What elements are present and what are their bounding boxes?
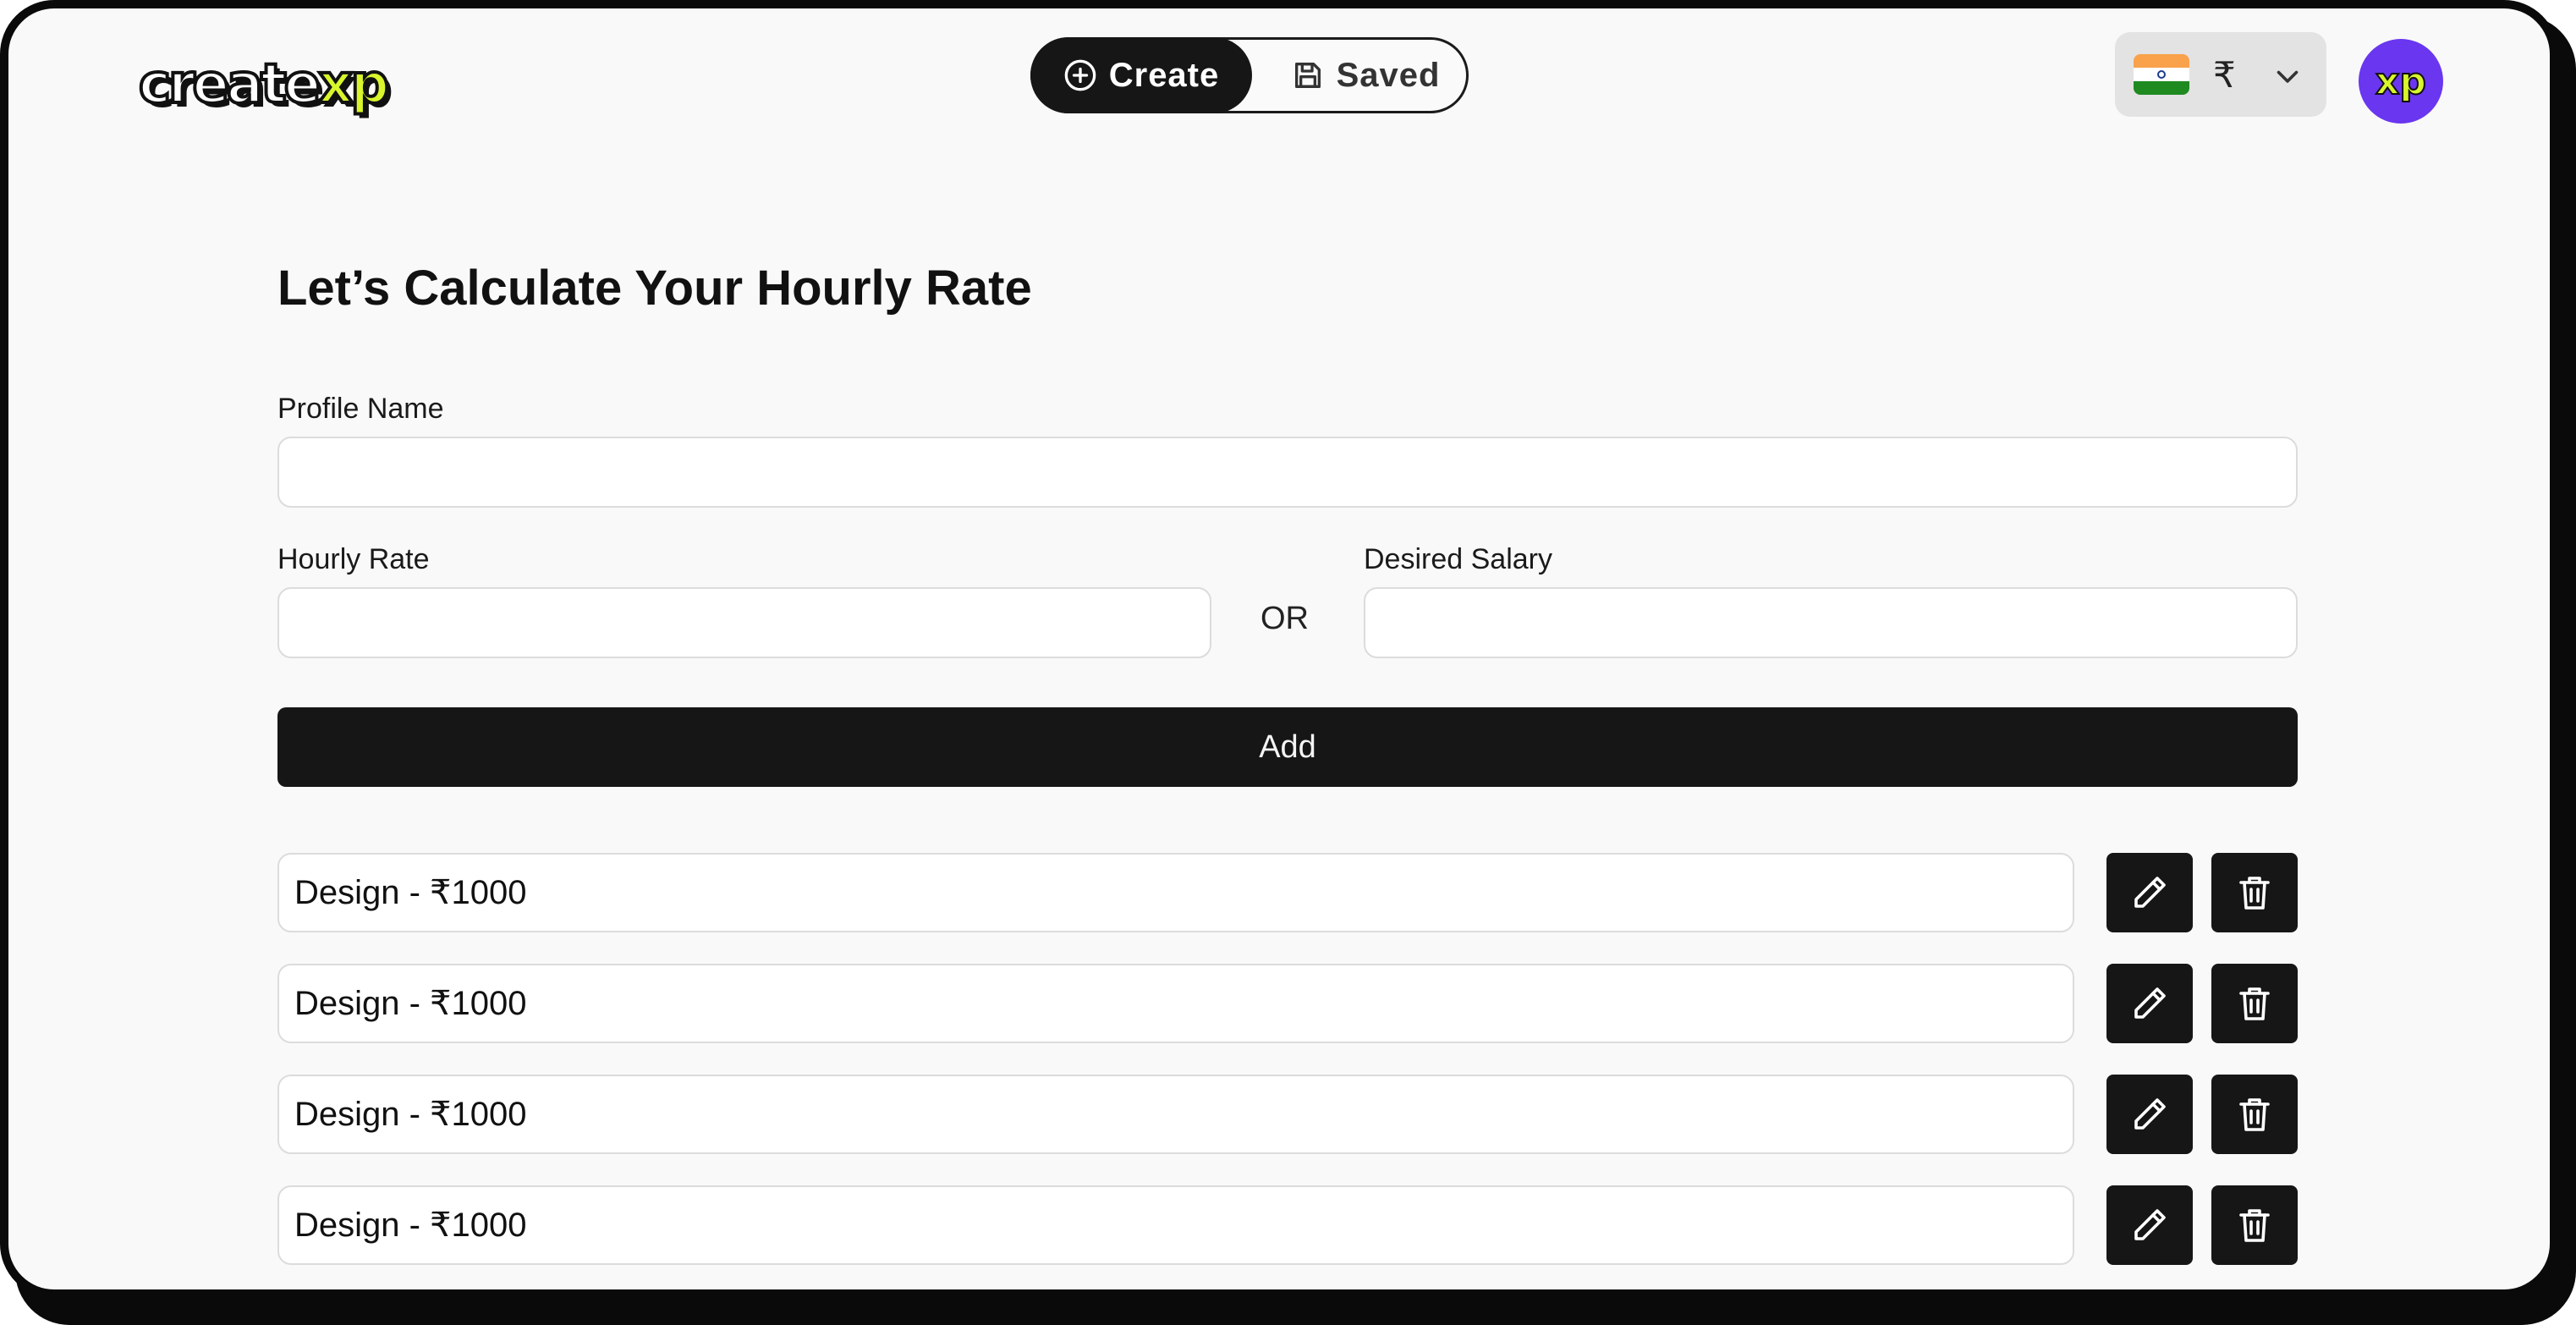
create-tab[interactable]: Create (1030, 37, 1252, 113)
rate-entry: Design - ₹1000 (277, 1185, 2074, 1265)
or-separator: OR (1261, 601, 1309, 636)
list-item: Design - ₹1000 (277, 1075, 2298, 1154)
saved-tab-label: Saved (1336, 56, 1441, 94)
edit-button[interactable] (2106, 1185, 2193, 1265)
saved-tab[interactable]: Saved (1260, 37, 1471, 113)
hourly-rate-label: Hourly Rate (277, 543, 430, 575)
rate-entry: Design - ₹1000 (277, 853, 2074, 932)
edit-button[interactable] (2106, 964, 2193, 1043)
floppy-disk-icon (1294, 63, 1321, 89)
trash-icon (2239, 987, 2270, 1020)
trash-icon (2239, 877, 2270, 910)
pencil-icon (2134, 1098, 2166, 1130)
chevron-down-icon (2277, 70, 2299, 83)
trash-icon (2239, 1098, 2270, 1131)
desired-salary-label: Desired Salary (1364, 543, 1552, 575)
list-item: Design - ₹1000 (277, 853, 2298, 932)
app-window: createxp Create Saved ₹ xp Let’s Calcula… (0, 0, 2558, 1298)
createxp-logo[interactable]: createxp (137, 51, 391, 118)
list-item: Design - ₹1000 (277, 1185, 2298, 1265)
page-title: Let’s Calculate Your Hourly Rate (277, 261, 1032, 316)
profile-name-input[interactable] (277, 437, 2298, 508)
delete-button[interactable] (2211, 1075, 2298, 1154)
delete-button[interactable] (2211, 1185, 2298, 1265)
pencil-icon (2134, 987, 2166, 1019)
trash-icon (2239, 1209, 2270, 1242)
user-avatar[interactable]: xp (2359, 39, 2443, 124)
create-tab-label: Create (1108, 56, 1220, 94)
logo-text-xp: xp (316, 52, 391, 118)
hourly-rate-input[interactable] (277, 587, 1211, 658)
currency-selector[interactable]: ₹ (2115, 32, 2326, 117)
edit-button[interactable] (2106, 1075, 2193, 1154)
nav-toggle: Create Saved (1030, 37, 1469, 113)
rate-entry: Design - ₹1000 (277, 1075, 2074, 1154)
delete-button[interactable] (2211, 853, 2298, 932)
plus-circle-icon (1064, 59, 1096, 91)
currency-symbol: ₹ (2213, 54, 2236, 95)
profile-name-label: Profile Name (277, 393, 444, 425)
desired-salary-input[interactable] (1364, 587, 2298, 658)
edit-button[interactable] (2106, 853, 2193, 932)
add-button[interactable]: Add (277, 707, 2298, 787)
logo-text-create: create (137, 52, 322, 118)
delete-button[interactable] (2211, 964, 2298, 1043)
india-flag-icon (2134, 54, 2189, 95)
pencil-icon (2134, 877, 2166, 908)
list-item: Design - ₹1000 (277, 964, 2298, 1043)
rate-entry: Design - ₹1000 (277, 964, 2074, 1043)
pencil-icon (2134, 1209, 2166, 1240)
